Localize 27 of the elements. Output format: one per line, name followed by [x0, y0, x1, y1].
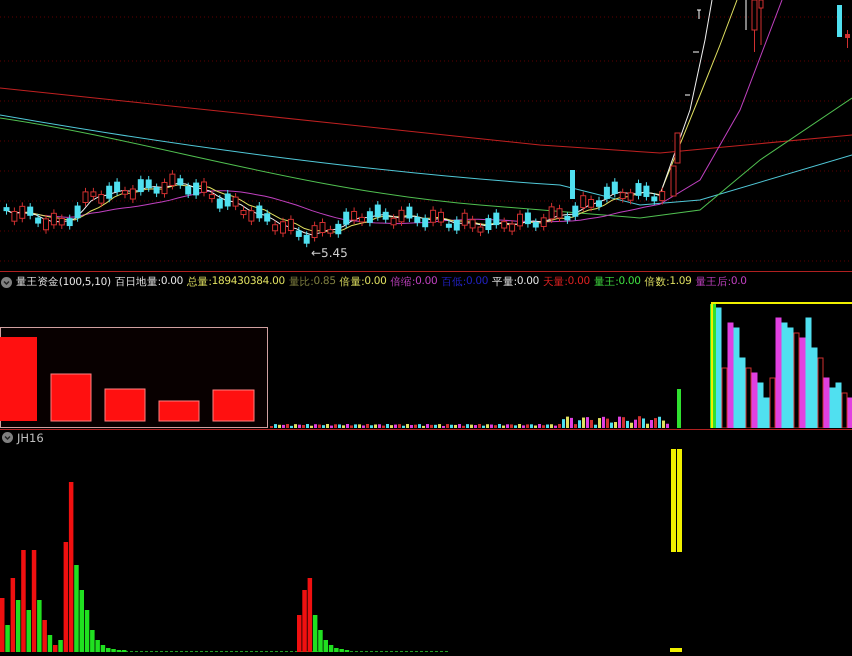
indicator-value: 0.00	[160, 275, 183, 289]
low-price-label: ←5.45	[311, 246, 348, 260]
indicator-label: 倍量:	[340, 275, 364, 289]
indicator-value: 0.00	[568, 275, 590, 289]
indicator-value: 0.00	[516, 275, 540, 289]
indicator-title: 量王资金(100,5,10)	[16, 275, 111, 289]
indicator-label: 量比:	[288, 275, 314, 289]
indicator-title: JH16	[17, 430, 44, 444]
indicator-value: 0.85	[314, 275, 336, 289]
indicator-value: 1.09	[669, 275, 692, 289]
indicator-label: 量王后:	[696, 275, 731, 289]
indicator-label: 平量:	[492, 275, 517, 289]
indicator-label: 总量:	[187, 275, 212, 289]
collapse-icon[interactable]	[1, 276, 12, 288]
indicator-value: 0.00	[415, 275, 438, 289]
indicator-label: 百日地量:	[114, 275, 161, 289]
indicator-label: 百低:	[441, 275, 466, 289]
indicator-value: 189430384.00	[212, 275, 285, 289]
indicator-label: 量王:	[594, 275, 618, 289]
indicator-label: 倍缩:	[390, 275, 416, 289]
indicator-label: 天量:	[543, 275, 568, 289]
indicator-value: 0.0	[730, 275, 747, 289]
indicator-value: 0.00	[364, 275, 387, 289]
indicator-label: 倍数:	[644, 275, 670, 289]
indicator-value: 0.00	[466, 275, 488, 289]
indicator-value: 0.00	[618, 275, 641, 289]
collapse-icon[interactable]	[2, 432, 13, 443]
